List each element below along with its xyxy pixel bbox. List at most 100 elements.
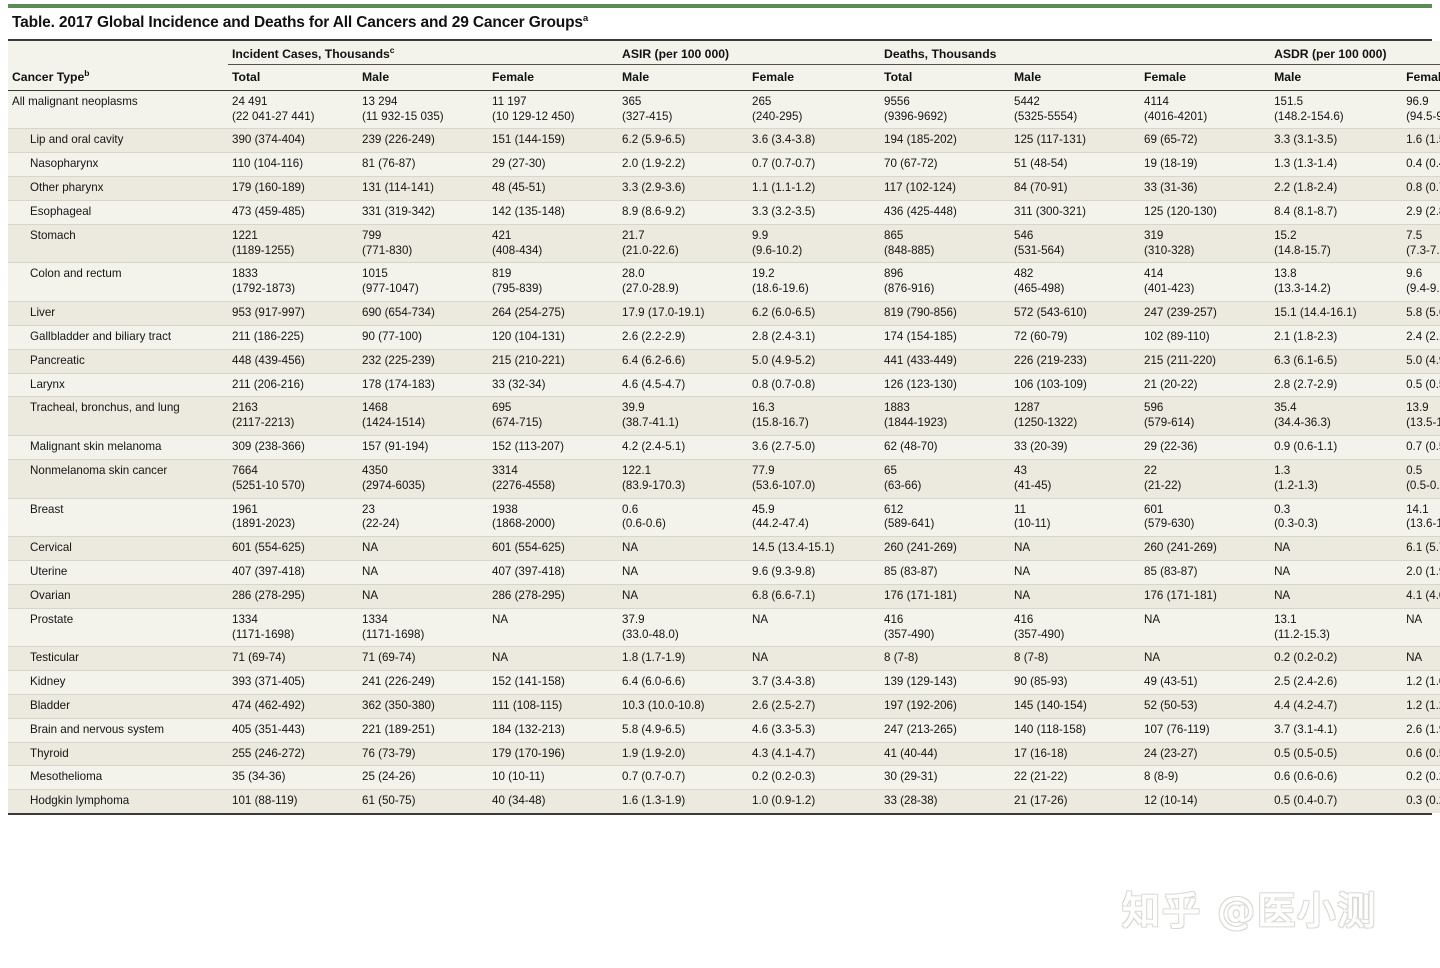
- table-row: Stomach 1221 (1189-1255) 799 (771-830) 421 …: [8, 224, 1440, 264]
- cell-value: 85 (83-87): [1140, 560, 1271, 585]
- cell-value: 8 (7-8): [1010, 646, 1141, 672]
- table-title-text: 2017 Global Incidence and Deaths for All…: [58, 14, 583, 31]
- cell-value: 407 (397-418): [228, 560, 358, 585]
- cell-value: 140 (118-158): [1010, 718, 1141, 743]
- group-header-incident-cases-footnote: c: [389, 44, 395, 55]
- cell-cancer-type: Brain and nervous system: [8, 718, 228, 743]
- cell-value: 819 (790-856): [880, 301, 1011, 326]
- cell-value: 0.3 (0.2-0.3): [1402, 789, 1440, 814]
- cell-value: 11 (10-11): [1010, 498, 1141, 538]
- table-header: Incident Cases, Thousandsc ASIR (per 100…: [8, 40, 1440, 91]
- cell-value: 1287 (1250-1322): [1010, 396, 1141, 437]
- cell-value: 5.8 (5.6-6.0): [1402, 301, 1440, 326]
- cell-cancer-type: Esophageal: [8, 200, 228, 225]
- cell-value: 232 (225-239): [358, 349, 488, 374]
- cell-value: 131 (114-141): [358, 176, 488, 201]
- column-header-deaths-female: Female: [1140, 64, 1271, 91]
- cell-value: 151.5 (148.2-154.6): [1270, 90, 1403, 130]
- cell-cancer-type: Lip and oral cavity: [8, 128, 228, 154]
- cell-value: 157 (91-194): [358, 435, 488, 460]
- watermark-text: 知乎 @医小测: [1122, 889, 1378, 933]
- cell-value: 5442 (5325-5554): [1010, 90, 1141, 130]
- cell-value: 24 (23-27): [1140, 742, 1271, 767]
- cell-value: 2.5 (2.4-2.6): [1270, 670, 1403, 695]
- cell-value: 3.7 (3.4-3.8): [748, 670, 881, 695]
- cell-value: 51 (48-54): [1010, 152, 1141, 178]
- cell-value: 0.4 (0.4-0.5): [1402, 152, 1440, 178]
- cell-value: 6.2 (5.9-6.5): [618, 128, 749, 154]
- table-row: Tracheal, bronchus, and lung 2163 (2117-2…: [8, 396, 1440, 437]
- cell-value: 178 (174-183): [358, 373, 488, 398]
- cell-value: 2.6 (2.2-2.9): [618, 325, 749, 350]
- cell-value: 111 (108-115): [488, 694, 619, 719]
- cell-value: 221 (189-251): [358, 718, 488, 743]
- table-body: All malignant neoplasms 24 491 (22 041-27…: [8, 90, 1440, 814]
- cell-value: 799 (771-830): [358, 224, 488, 264]
- cell-value: 85 (83-87): [880, 560, 1011, 585]
- cell-value: 4350 (2974-6035): [358, 459, 488, 499]
- column-header-asdr-female: Female: [1402, 64, 1440, 91]
- cell-value: 3.6 (2.7-5.0): [748, 435, 881, 460]
- cell-value: 309 (238-366): [228, 435, 358, 460]
- cell-value: 30 (29-31): [880, 765, 1011, 791]
- cell-cancer-type: Hodgkin lymphoma: [8, 789, 228, 814]
- cell-value: 106 (103-109): [1010, 373, 1141, 398]
- cell-value: 6.2 (6.0-6.5): [748, 301, 881, 326]
- cell-value: 0.2 (0.2-0.2): [1270, 646, 1403, 672]
- column-header-cancer-type-footnote: b: [84, 67, 90, 78]
- cell-value: 215 (210-221): [488, 349, 619, 374]
- cell-value: NA: [618, 560, 749, 585]
- cell-value: 96.9 (94.5-98.9): [1402, 90, 1440, 130]
- cell-value: 4.6 (3.3-5.3): [748, 718, 881, 743]
- cell-value: 8.4 (8.1-8.7): [1270, 200, 1403, 225]
- cell-cancer-type: Colon and rectum: [8, 262, 228, 303]
- cell-value: 247 (213-265): [880, 718, 1011, 743]
- group-header-spacer: [8, 40, 228, 65]
- cell-value: NA: [618, 536, 749, 562]
- table-row: Uterine 407 (397-418) NA 407 (397-418) NA 9.6…: [8, 560, 1440, 585]
- cell-value: 0.5 (0.5-0.5): [1402, 373, 1440, 398]
- cell-value: 48 (45-51): [488, 176, 619, 201]
- cell-value: 3.3 (2.9-3.6): [618, 176, 749, 201]
- cell-value: 4114 (4016-4201): [1140, 90, 1271, 130]
- cell-value: 596 (579-614): [1140, 396, 1271, 437]
- cell-value: NA: [358, 536, 488, 562]
- cell-value: 6.4 (6.2-6.6): [618, 349, 749, 374]
- cell-cancer-type: Uterine: [8, 560, 228, 585]
- cell-value: 179 (160-189): [228, 176, 358, 201]
- cell-value: 255 (246-272): [228, 742, 358, 767]
- cell-value: 0.6 (0.5-0.6): [1402, 742, 1440, 767]
- column-header-deaths-male: Male: [1010, 64, 1141, 91]
- cell-cancer-type: Pancreatic: [8, 349, 228, 374]
- cell-value: 0.3 (0.3-0.3): [1270, 498, 1403, 538]
- cell-value: 84 (70-91): [1010, 176, 1141, 201]
- cell-value: 43 (41-45): [1010, 459, 1141, 499]
- cell-value: 1334 (1171-1698): [358, 608, 488, 648]
- cell-cancer-type: Malignant skin melanoma: [8, 435, 228, 460]
- cell-value: 8 (7-8): [880, 646, 1011, 672]
- cell-value: 1.6 (1.5-1.7): [1402, 128, 1440, 154]
- cell-value: 264 (254-275): [488, 301, 619, 326]
- cell-value: 1.8 (1.7-1.9): [618, 646, 749, 672]
- cell-value: 152 (113-207): [488, 435, 619, 460]
- cell-value: 7664 (5251-10 570): [228, 459, 358, 499]
- cell-value: 17 (16-18): [1010, 742, 1141, 767]
- cell-value: 265 (240-295): [748, 90, 881, 130]
- cell-value: 416 (357-490): [880, 608, 1011, 648]
- cell-value: 142 (135-148): [488, 200, 619, 225]
- cell-value: NA: [1270, 536, 1403, 562]
- cell-value: 601 (579-630): [1140, 498, 1271, 538]
- cell-value: 151 (144-159): [488, 128, 619, 154]
- cell-value: 1.2 (1.0-1.2): [1402, 670, 1440, 695]
- cell-value: 16.3 (15.8-16.7): [748, 396, 881, 437]
- cell-value: 184 (132-213): [488, 718, 619, 743]
- cell-value: 61 (50-75): [358, 789, 488, 814]
- cell-value: 819 (795-839): [488, 262, 619, 303]
- cell-value: 0.5 (0.5-0.5): [1270, 742, 1403, 767]
- cell-value: 390 (374-404): [228, 128, 358, 154]
- cell-value: 41 (40-44): [880, 742, 1011, 767]
- cell-value: 152 (141-158): [488, 670, 619, 695]
- cell-value: 1221 (1189-1255): [228, 224, 358, 264]
- cell-value: 179 (170-196): [488, 742, 619, 767]
- cell-value: 22 (21-22): [1140, 459, 1271, 499]
